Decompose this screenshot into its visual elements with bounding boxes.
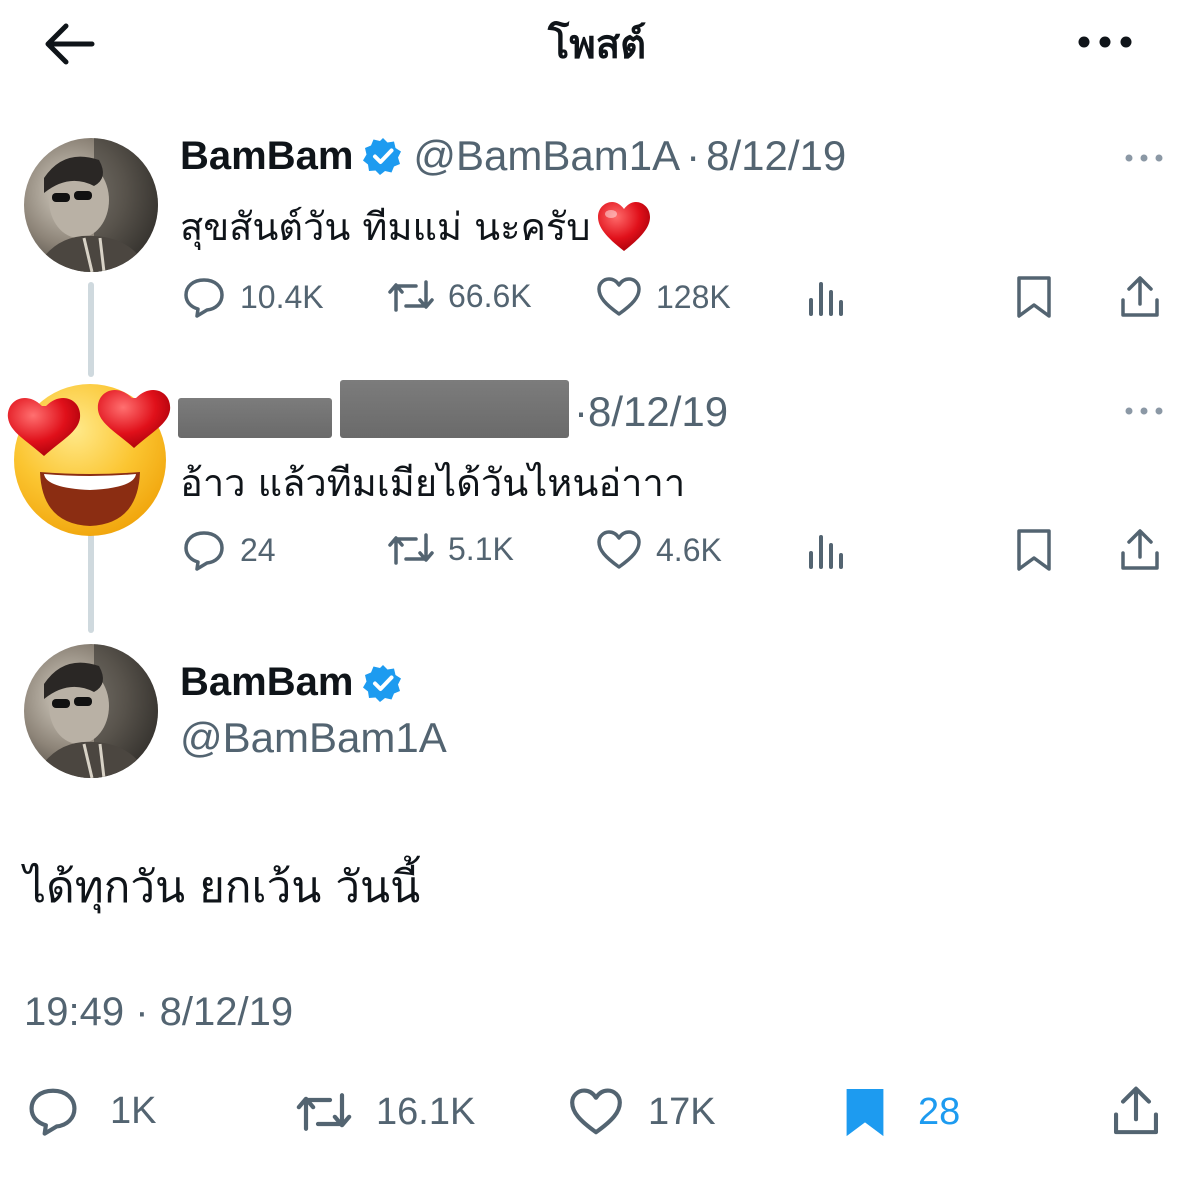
handle[interactable]: @BamBam1A: [413, 132, 680, 180]
main-tweet-text: ได้ทุกวัน ยกเว้น วันนี้: [24, 862, 421, 913]
repost-icon: [388, 280, 434, 312]
tweet-text: สุขสันต์วัน ทีมแม่ นะครับ: [180, 196, 652, 257]
bookmark-button[interactable]: [1014, 274, 1054, 320]
repost-icon: [388, 533, 434, 565]
verified-badge-icon: [363, 664, 402, 702]
reply-icon: [29, 1088, 77, 1136]
more-horizontal-icon: [1125, 407, 1163, 415]
reply-button[interactable]: 10.4K: [182, 276, 324, 318]
thread-line: [88, 528, 94, 633]
share-button[interactable]: [1110, 1084, 1162, 1138]
share-icon: [1113, 1086, 1159, 1135]
repost-button[interactable]: 66.6K: [386, 276, 532, 316]
tweet-text: อ้าว แล้วทีมเมียได้วันไหนอ่าาา: [180, 461, 686, 505]
share-button[interactable]: [1118, 527, 1162, 573]
heart-outline-icon: [597, 277, 641, 316]
bookmark-button[interactable]: [1014, 527, 1054, 573]
page-title: โพสต์: [547, 22, 647, 68]
share-icon: [1121, 529, 1159, 570]
like-button[interactable]: 4.6K: [596, 529, 722, 571]
reply-icon: [184, 278, 224, 318]
share-button[interactable]: [1118, 274, 1162, 320]
like-button[interactable]: 17K: [568, 1087, 716, 1137]
share-icon: [1121, 276, 1159, 317]
display-name[interactable]: BamBam: [180, 660, 353, 705]
tweet-date[interactable]: 8/12/19: [588, 388, 728, 436]
tweet-date[interactable]: 8/12/19: [706, 132, 846, 180]
bookmark-outline-icon: [1017, 529, 1051, 571]
like-button[interactable]: 128K: [596, 276, 731, 318]
repost-button[interactable]: 5.1K: [386, 529, 514, 569]
separator-dot: ·: [574, 388, 588, 435]
bookmark-filled-icon: [846, 1089, 884, 1137]
avatar[interactable]: [24, 644, 158, 778]
heart-eyes-emoji: [7, 384, 171, 536]
tweet-more-button[interactable]: [1124, 405, 1164, 417]
reply-icon: [184, 531, 224, 571]
avatar[interactable]: [24, 138, 158, 272]
thread-line: [88, 282, 94, 377]
avatar-photo: [34, 138, 158, 272]
more-horizontal-icon: [1125, 154, 1163, 162]
views-button[interactable]: [806, 278, 846, 316]
analytics-icon: [809, 535, 843, 569]
repost-icon: [296, 1093, 352, 1131]
avatar-photo: [34, 644, 158, 778]
more-button[interactable]: [1076, 30, 1134, 54]
bookmark-button[interactable]: 28: [842, 1084, 960, 1140]
reply-button[interactable]: 1K: [26, 1086, 156, 1136]
display-name[interactable]: BamBam: [180, 134, 353, 179]
bookmark-outline-icon: [1017, 276, 1051, 318]
analytics-icon: [809, 282, 843, 316]
verified-badge-icon: [363, 138, 402, 175]
separator-dot: ·: [686, 132, 701, 179]
redacted-name: [178, 398, 332, 438]
tweet-more-button[interactable]: [1124, 152, 1164, 164]
handle[interactable]: @BamBam1A: [180, 714, 447, 762]
red-heart-emoji: [598, 201, 651, 251]
views-button[interactable]: [806, 531, 846, 569]
heart-outline-icon: [597, 530, 641, 569]
redacted-handle: [340, 380, 569, 438]
repost-button[interactable]: 16.1K: [294, 1088, 475, 1136]
emoji-avatar[interactable]: [6, 376, 172, 538]
heart-outline-icon: [570, 1088, 622, 1135]
more-horizontal-icon: [1078, 36, 1132, 48]
reply-button[interactable]: 24: [182, 529, 276, 571]
tweet-timestamp[interactable]: 19:49 · 8/12/19: [24, 990, 293, 1035]
